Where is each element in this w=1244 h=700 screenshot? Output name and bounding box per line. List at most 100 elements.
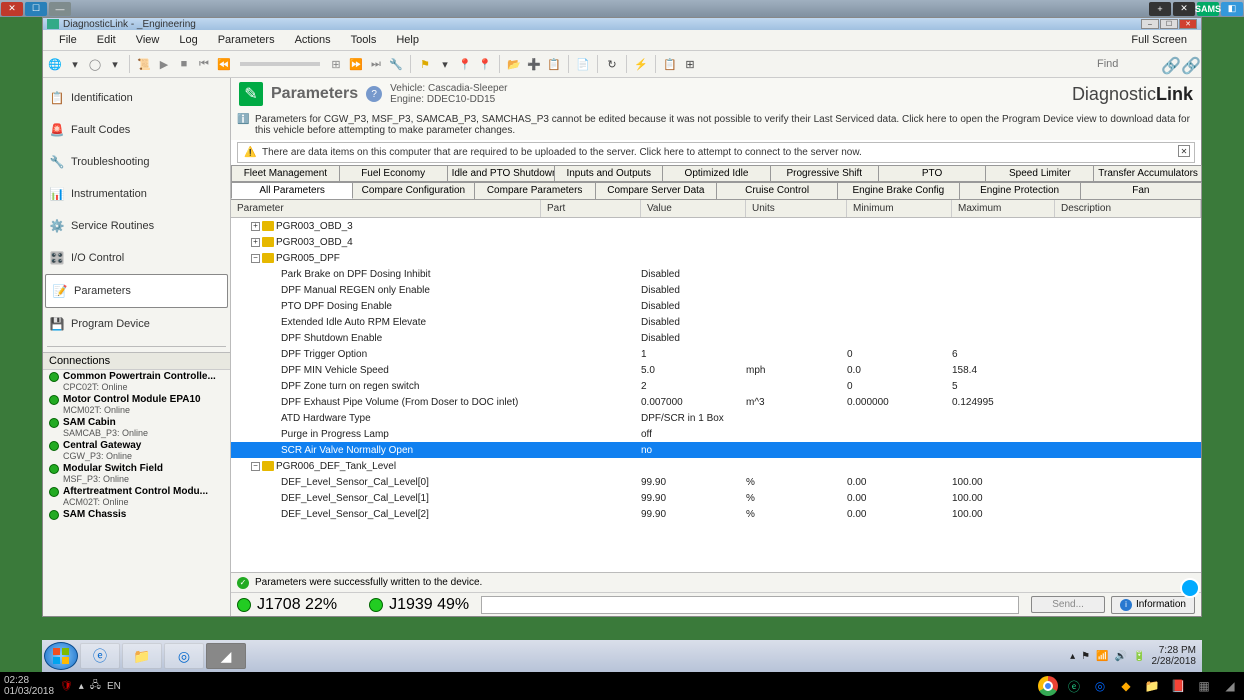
category-tab[interactable]: Fleet Management [231,165,340,181]
category-tab[interactable]: PTO [878,165,987,181]
fullscreen-link[interactable]: Full Screen [1123,32,1195,48]
param-row[interactable]: Extended Idle Auto RPM ElevateDisabled [231,314,1201,330]
menu-help[interactable]: Help [386,32,429,48]
send-button[interactable]: Send... [1031,596,1105,613]
folder-icon[interactable]: 📁 [1142,676,1162,696]
play-icon[interactable]: ▶ [156,56,172,72]
teamviewer-icon[interactable]: ◎ [164,643,204,669]
pin-green-icon[interactable]: 📍 [457,56,473,72]
view-tab[interactable]: Compare Server Data [595,182,717,199]
param-row[interactable]: ATD Hardware TypeDPF/SCR in 1 Box [231,410,1201,426]
expander-icon[interactable]: − [251,254,260,263]
param-row[interactable]: DPF Exhaust Pipe Volume (From Doser to D… [231,394,1201,410]
menu-log[interactable]: Log [169,32,207,48]
app2-icon[interactable]: ▦ [1194,676,1214,696]
dropdown-icon[interactable]: ▾ [107,56,123,72]
host-x[interactable]: ✕ [1173,2,1195,16]
command-input[interactable] [481,596,1019,614]
nav-troubleshooting[interactable]: 🔧Troubleshooting [43,146,230,178]
help-icon[interactable]: ? [366,86,382,102]
nav-identification[interactable]: 📋Identification [43,82,230,114]
table-icon[interactable]: ⊞ [682,56,698,72]
connection-item[interactable]: SAM CabinSAMCAB_P3: Online [43,416,230,439]
skip-fwd-icon[interactable]: ⏭ [368,56,384,72]
host-tile[interactable]: ◧ [1221,2,1243,16]
expander-icon[interactable]: + [251,222,260,231]
col-maximum[interactable]: Maximum [952,200,1055,217]
param-row[interactable]: SCR Air Valve Normally Openno [231,442,1201,458]
param-row[interactable]: DPF Shutdown EnableDisabled [231,330,1201,346]
col-parameter[interactable]: Parameter [231,200,541,217]
globe-icon[interactable]: 🌐 [47,56,63,72]
link2-icon[interactable]: 🔗 [1181,56,1197,72]
app-close[interactable]: ✕ [1179,19,1197,29]
category-tab[interactable]: Fuel Economy [339,165,448,181]
start-button[interactable] [44,642,78,670]
param-row[interactable]: DPF MIN Vehicle Speed5.0mph0.0158.4 [231,362,1201,378]
category-tab[interactable]: Optimized Idle [662,165,771,181]
view-tab[interactable]: Engine Protection [959,182,1081,199]
view-tab[interactable]: All Parameters [231,182,353,199]
col-description[interactable]: Description [1055,200,1201,217]
flash-icon[interactable]: ⚡ [633,56,649,72]
teamviewer-badge[interactable] [1180,578,1200,598]
param-row[interactable]: DPF Trigger Option106 [231,346,1201,362]
col-units[interactable]: Units [746,200,847,217]
param-row[interactable]: Park Brake on DPF Dosing InhibitDisabled [231,266,1201,282]
nav-service-routines[interactable]: ⚙️Service Routines [43,210,230,242]
category-tab[interactable]: Speed Limiter [985,165,1094,181]
tray-flag-icon[interactable]: ⚑ [1081,651,1090,662]
category-tab[interactable]: Idle and PTO Shutdown [447,165,556,181]
app3-icon[interactable]: ◢ [1220,676,1240,696]
param-group[interactable]: + PGR003_OBD_3 [231,218,1201,234]
view-tab[interactable]: Cruise Control [716,182,838,199]
tray-battery-icon[interactable]: 🔋 [1133,651,1145,662]
param-group[interactable]: − PGR006_DEF_Tank_Level [231,458,1201,474]
menu-actions[interactable]: Actions [285,32,341,48]
ie-icon[interactable]: ⓔ [80,643,120,669]
doc-icon[interactable]: 📕 [1168,676,1188,696]
link-icon[interactable]: 🔗 [1161,56,1177,72]
flag-icon[interactable]: ⚑ [417,56,433,72]
rewind-icon[interactable]: ⏪ [216,56,232,72]
param-group[interactable]: + PGR003_OBD_4 [231,234,1201,250]
menu-tools[interactable]: Tools [341,32,387,48]
param-group[interactable]: − PGR005_DPF [231,250,1201,266]
doc-icon[interactable]: 📄 [575,56,591,72]
category-tab[interactable]: Inputs and Outputs [554,165,663,181]
dropdown-icon[interactable]: ▾ [437,56,453,72]
param-row[interactable]: DPF Zone turn on regen switch205 [231,378,1201,394]
view-tab[interactable]: Fan [1080,182,1202,199]
tray-arrow-icon[interactable]: ▴ [1070,651,1075,662]
expander-icon[interactable]: − [251,462,260,471]
host-minimize[interactable]: — [49,2,71,16]
list-icon[interactable]: 📋 [662,56,678,72]
find-input[interactable] [1097,58,1157,70]
teamviewer-icon[interactable]: ◎ [1090,676,1110,696]
view-tab[interactable]: Engine Brake Config [837,182,959,199]
nav-program-device[interactable]: 💾Program Device [43,308,230,340]
col-value[interactable]: Value [641,200,746,217]
information-button[interactable]: iInformation [1111,596,1195,614]
slider[interactable] [240,62,320,66]
connection-item[interactable]: Aftertreatment Control Modu...ACM02T: On… [43,485,230,508]
nav-instrumentation[interactable]: 📊Instrumentation [43,178,230,210]
warning-upload[interactable]: ⚠️ There are data items on this computer… [237,142,1195,163]
view-tab[interactable]: Compare Parameters [474,182,596,199]
nav-parameters[interactable]: 📝Parameters [45,274,228,308]
expander-icon[interactable]: + [251,238,260,247]
view-tab[interactable]: Compare Configuration [352,182,474,199]
category-tab[interactable]: Transfer Accumulators [1093,165,1202,181]
grid-icon[interactable]: ⊞ [328,56,344,72]
param-row[interactable]: DEF_Level_Sensor_Cal_Level[2]99.90%0.001… [231,506,1201,522]
outer-net-icon[interactable]: 🖧 [90,678,101,695]
warning-close[interactable]: ✕ [1178,145,1190,157]
wrench-icon[interactable]: 🔧 [388,56,404,72]
scroll-icon[interactable]: 📜 [136,56,152,72]
forward-icon[interactable]: ⏩ [348,56,364,72]
host-clock[interactable]: 7:28 PM 2/28/2018 [1152,645,1197,667]
dropdown-icon[interactable]: ▾ [67,56,83,72]
tray-sound-icon[interactable]: 🔊 [1115,651,1127,662]
connection-item[interactable]: Central GatewayCGW_P3: Online [43,439,230,462]
chrome-icon[interactable] [1038,676,1058,696]
